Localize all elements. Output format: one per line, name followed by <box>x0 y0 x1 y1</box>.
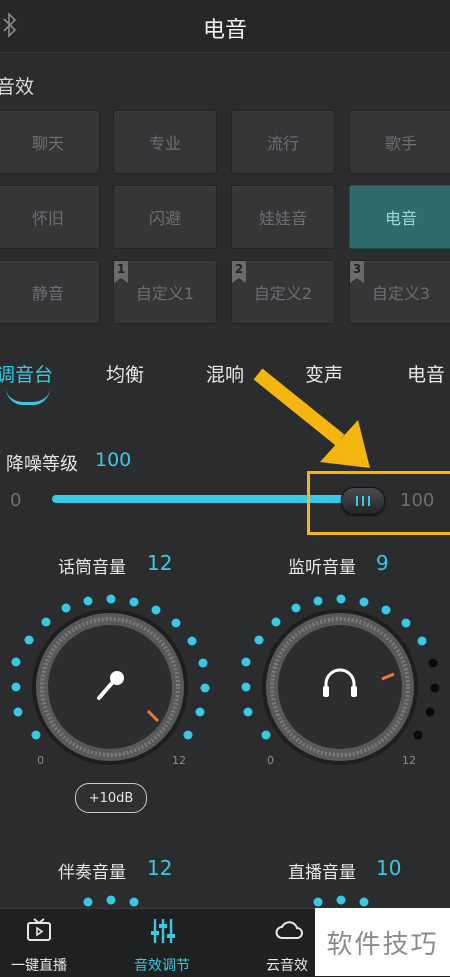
tab-bar: 调音台 均衡 混响 变声 电音 <box>0 360 450 400</box>
section-label: 音效 <box>0 76 35 98</box>
preset-label: 歌手 <box>384 134 417 153</box>
monitor-knob-min: 0 <box>267 754 274 767</box>
custom-badge: 3 <box>350 261 364 283</box>
custom-badge: 1 <box>114 261 128 283</box>
preset-label: 自定义2 <box>253 284 313 303</box>
monitor-volume-knob[interactable]: 0 12 <box>230 580 450 780</box>
preset-label: 电音 <box>384 209 417 228</box>
preset-button-custom[interactable]: 1 自定义1 <box>113 260 217 324</box>
tab-active-indicator <box>6 388 50 405</box>
preset-button[interactable]: 闪避 <box>113 185 217 249</box>
preset-label: 怀旧 <box>31 209 64 228</box>
slider-min-label: 0 <box>10 490 22 511</box>
preset-button[interactable]: 歌手 <box>349 110 450 174</box>
preset-label: 专业 <box>148 134 181 153</box>
preset-label: 娃娃音 <box>258 209 307 228</box>
annotation-highlight-box <box>307 471 450 535</box>
accompaniment-volume-label: 伴奏音量 <box>58 863 126 883</box>
noise-value: 100 <box>95 449 132 471</box>
preset-button[interactable]: 专业 <box>113 110 217 174</box>
preset-label: 聊天 <box>31 134 64 153</box>
monitor-volume-label: 监听音量 <box>288 558 356 578</box>
header-bar: 电音 <box>0 0 450 53</box>
preset-button[interactable]: 聊天 <box>0 110 100 174</box>
preset-button[interactable]: 流行 <box>231 110 335 174</box>
live-volume-value: 10 <box>376 856 402 880</box>
tab-electronic[interactable]: 电音 <box>407 360 445 387</box>
preset-label: 静音 <box>31 284 64 303</box>
preset-label: 自定义1 <box>135 284 195 303</box>
nav-sound-effects-label: 音效调节 <box>134 958 190 974</box>
page-title: 电音 <box>202 18 247 43</box>
preset-button[interactable]: 娃娃音 <box>231 185 335 249</box>
mic-volume-value: 12 <box>147 551 173 575</box>
live-volume-label: 直播音量 <box>288 863 356 883</box>
nav-live[interactable]: 一键直播 <box>0 909 94 977</box>
mic-knob-max: 12 <box>172 754 186 767</box>
mic-volume-knob[interactable]: 0 12 <box>0 580 220 780</box>
watermark: 软件技巧 <box>315 908 450 976</box>
sliders-icon <box>151 919 175 943</box>
mic-knob-min: 0 <box>37 754 44 767</box>
monitor-knob-max: 12 <box>402 754 416 767</box>
nav-sound-effects[interactable]: 音效调节 <box>107 909 217 977</box>
preset-button-active[interactable]: 电音 <box>349 185 450 249</box>
preset-label: 自定义3 <box>371 284 431 303</box>
monitor-volume-value: 9 <box>376 551 389 575</box>
mic-volume-label: 话筒音量 <box>58 558 126 578</box>
cloud-icon <box>275 921 303 939</box>
tab-reverb[interactable]: 混响 <box>206 360 244 387</box>
preset-button-custom[interactable]: 2 自定义2 <box>231 260 335 324</box>
preset-button-custom[interactable]: 3 自定义3 <box>349 260 450 324</box>
tv-icon <box>27 918 51 941</box>
noise-label: 降噪等级 <box>6 454 78 475</box>
knob-dots-partial <box>83 895 369 907</box>
tab-mixer[interactable]: 调音台 <box>0 360 53 387</box>
custom-badge: 2 <box>232 261 246 283</box>
preset-button[interactable]: 怀旧 <box>0 185 100 249</box>
preset-button[interactable]: 静音 <box>0 260 100 324</box>
boost-10db-button[interactable]: +10dB <box>75 783 147 813</box>
nav-live-label: 一键直播 <box>11 958 67 974</box>
preset-label: 闪避 <box>148 209 181 228</box>
tab-equalizer[interactable]: 均衡 <box>106 360 144 387</box>
preset-label: 流行 <box>266 134 299 153</box>
accompaniment-volume-value: 12 <box>147 856 173 880</box>
annotation-arrow <box>253 368 370 468</box>
